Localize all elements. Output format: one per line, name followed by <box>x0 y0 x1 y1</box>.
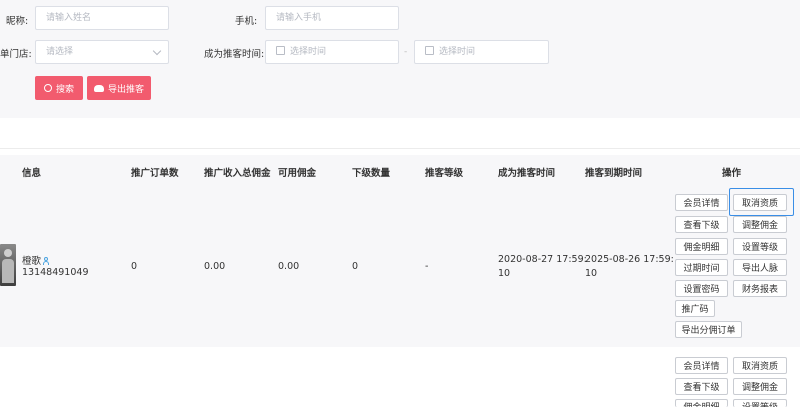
calendar-icon <box>425 46 434 55</box>
orders-count: 0 <box>131 261 138 272</box>
adjust-commission-button[interactable]: 调整佣金 <box>733 378 787 395</box>
cancel-qualification-button[interactable]: 取消资质 <box>733 357 787 374</box>
commission-detail-button[interactable]: 佣金明细 <box>675 238 728 255</box>
member-detail-button[interactable]: 会员详情 <box>675 357 728 374</box>
promoter-level: - <box>425 261 429 272</box>
export-commission-orders-button[interactable]: 导出分佣订单 <box>675 321 742 338</box>
nickname-label: 昵称: <box>6 16 29 27</box>
filter-panel: 昵称: 请输入姓名 手机: 请输入手机 单门店: 请选择 成为推客时间: 选择时… <box>0 0 800 118</box>
header-subordinates: 下级数量 <box>352 168 391 179</box>
store-label: 单门店: <box>0 49 32 60</box>
start-date-picker[interactable]: 选择时间 <box>265 40 399 64</box>
header-became: 成为推客时间 <box>498 168 556 179</box>
search-button[interactable]: 搜索 <box>35 76 83 100</box>
adjust-commission-button[interactable]: 调整佣金 <box>733 216 787 233</box>
subordinate-count: 0 <box>352 261 359 272</box>
range-separator: - <box>404 47 408 57</box>
member-detail-button[interactable]: 会员详情 <box>675 194 728 211</box>
income-total: 0.00 <box>204 261 226 272</box>
set-level-button[interactable]: 设置等级 <box>733 399 787 407</box>
cloud-download-icon <box>93 84 104 92</box>
promo-code-button[interactable]: 推广码 <box>675 300 715 317</box>
search-icon <box>43 84 52 92</box>
header-orders: 推广订单数 <box>131 168 179 179</box>
chevron-down-icon <box>152 46 162 56</box>
nickname-input[interactable]: 请输入姓名 <box>35 6 169 30</box>
store-select[interactable]: 请选择 <box>35 40 169 64</box>
expires-time: 2025-08-26 17:59: <box>585 254 674 265</box>
header-actions: 操作 <box>722 168 742 179</box>
expiry-time-button[interactable]: 过期时间 <box>675 259 728 276</box>
header-available: 可用佣金 <box>278 168 317 179</box>
financial-report-button[interactable]: 财务报表 <box>733 280 787 297</box>
header-expires: 推客到期时间 <box>585 168 643 179</box>
became-time-cont: 10 <box>498 268 511 279</box>
phone-input[interactable]: 请输入手机 <box>265 6 399 30</box>
member-name: 橙歌 <box>22 253 50 267</box>
expires-time-cont: 10 <box>585 268 598 279</box>
focus-ring <box>729 188 794 216</box>
export-promoters-button[interactable]: 导出推客 <box>87 76 151 100</box>
section-divider <box>0 148 800 149</box>
promoter-time-label: 成为推客时间: <box>204 49 265 60</box>
phone-label: 手机: <box>235 16 258 27</box>
export-contacts-button[interactable]: 导出人脉 <box>733 259 787 276</box>
header-income: 推广收入总佣金 <box>204 168 271 179</box>
end-date-picker[interactable]: 选择时间 <box>414 40 549 64</box>
user-icon <box>43 257 50 265</box>
view-subordinates-button[interactable]: 查看下级 <box>675 216 728 233</box>
header-info: 信息 <box>22 168 42 179</box>
set-password-button[interactable]: 设置密码 <box>675 280 728 297</box>
view-subordinates-button[interactable]: 查看下级 <box>675 378 728 395</box>
header-level: 推客等级 <box>425 168 464 179</box>
table-header: 信息 推广订单数 推广收入总佣金 可用佣金 下级数量 推客等级 成为推客时间 推… <box>0 155 800 187</box>
available-commission: 0.00 <box>278 261 300 272</box>
calendar-icon <box>276 46 285 55</box>
set-level-button[interactable]: 设置等级 <box>733 238 787 255</box>
member-phone: 13148491049 <box>22 267 89 278</box>
commission-detail-button[interactable]: 佣金明细 <box>675 399 728 407</box>
avatar <box>0 244 16 286</box>
became-time: 2020-08-27 17:59: <box>498 254 587 265</box>
